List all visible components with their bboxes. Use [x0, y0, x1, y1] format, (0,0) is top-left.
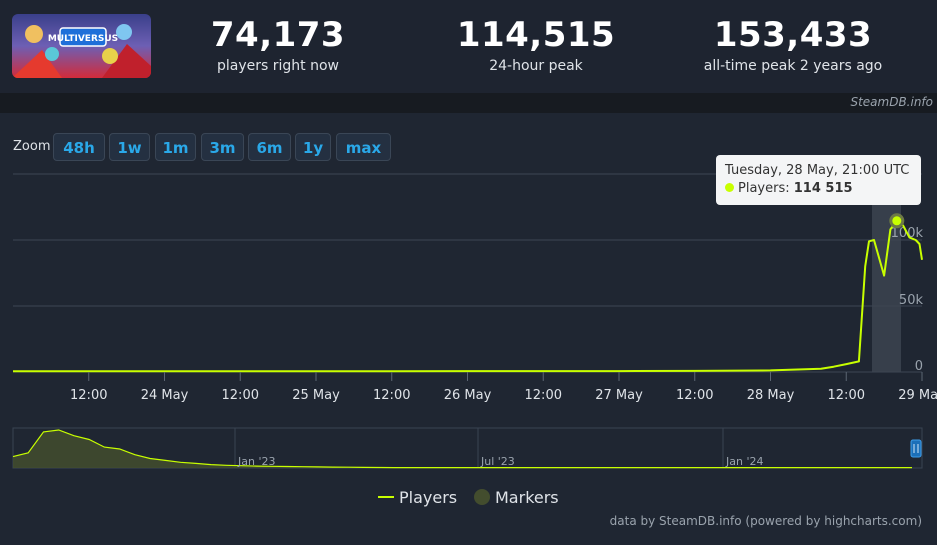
separator-strip: [0, 93, 937, 113]
tooltip-value: 114 515: [793, 181, 853, 196]
zoom-1y-button[interactable]: 1y: [295, 133, 331, 161]
zoom-3m-button[interactable]: 3m: [201, 133, 244, 161]
zoom-label: Zoom: [13, 139, 51, 154]
zoom-6m-button[interactable]: 6m: [248, 133, 291, 161]
stats-banner: MULTIVERSUS 74,173 players right now 114…: [0, 0, 937, 93]
current-players-value: 74,173: [210, 15, 346, 55]
current-players-label: players right now: [217, 58, 339, 74]
all-time-peak-value: 153,433: [713, 15, 873, 55]
zoom-48h-button[interactable]: 48h: [53, 133, 105, 161]
tooltip-series-dot: [725, 183, 734, 192]
legend-item-markers[interactable]: Markers: [495, 488, 559, 507]
game-thumbnail[interactable]: MULTIVERSUS: [12, 14, 151, 78]
tooltip-players-row: Players: 114 515: [725, 179, 921, 198]
zoom-max-button[interactable]: max: [336, 133, 391, 161]
game-logo-text: MULTIVERSUS: [48, 34, 118, 44]
zoom-1m-button[interactable]: 1m: [155, 133, 196, 161]
steamdb-credit-top[interactable]: SteamDB.info: [850, 95, 933, 109]
current-players-stat: 74,173 players right now: [193, 14, 363, 76]
tooltip-date: Tuesday, 28 May, 21:00 UTC: [725, 163, 910, 178]
highcharts-credit[interactable]: data by SteamDB.info (powered by highcha…: [610, 514, 922, 528]
legend-item-players[interactable]: Players: [399, 488, 457, 507]
zoom-1w-button[interactable]: 1w: [109, 133, 150, 161]
tooltip-series-label: Players:: [738, 181, 790, 196]
all-time-peak-stat: 153,433 all-time peak 2 years ago: [688, 14, 898, 76]
24h-peak-value: 114,515: [456, 15, 616, 55]
24h-peak-label: 24-hour peak: [489, 58, 583, 74]
chart-tooltip: Tuesday, 28 May, 21:00 UTC Players: 114 …: [716, 155, 921, 205]
all-time-peak-label: all-time peak 2 years ago: [703, 58, 883, 74]
24h-peak-stat: 114,515 24-hour peak: [451, 14, 621, 76]
game-logo-image: MULTIVERSUS: [12, 14, 151, 78]
